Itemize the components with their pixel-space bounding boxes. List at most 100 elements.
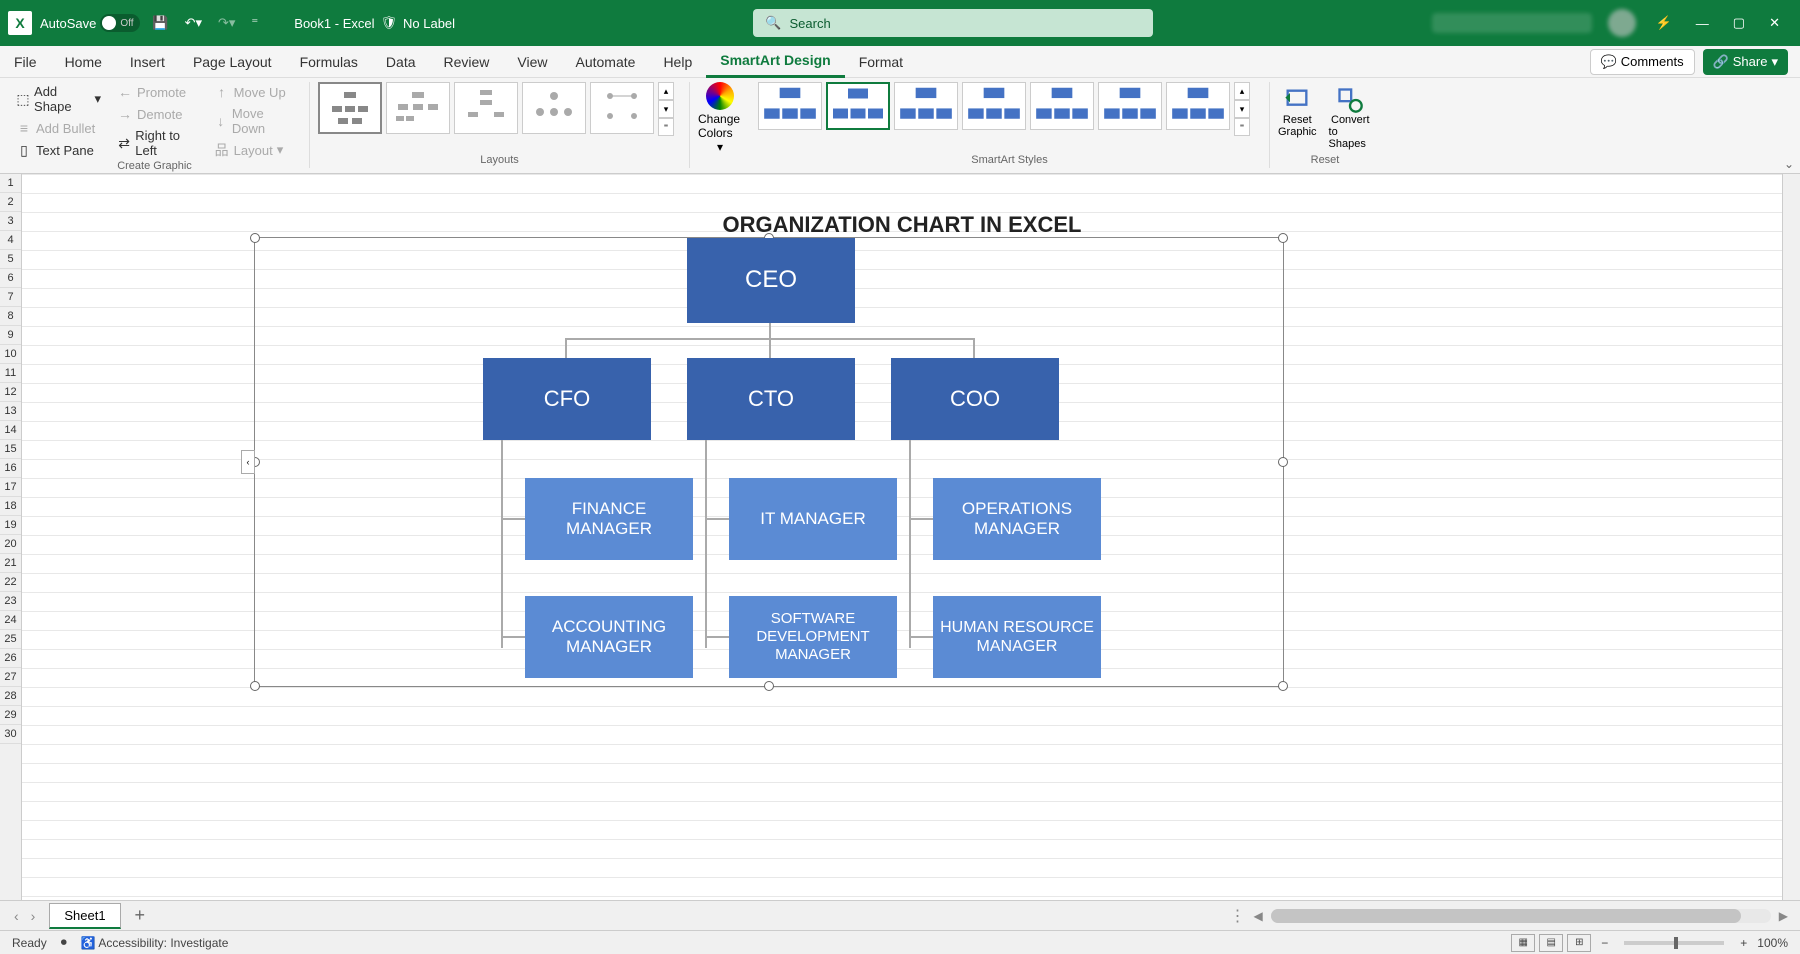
tab-page-layout[interactable]: Page Layout	[179, 46, 286, 78]
avatar-blurred[interactable]	[1608, 9, 1636, 37]
save-icon[interactable]: 💾	[148, 13, 172, 33]
macro-record-icon[interactable]: ⏺	[61, 935, 67, 950]
zoom-out-button[interactable]: −	[1595, 936, 1614, 950]
style-thumb-7[interactable]	[1166, 82, 1230, 130]
add-sheet-button[interactable]: +	[121, 905, 160, 926]
coming-soon-icon[interactable]: ⚡	[1652, 11, 1676, 35]
tab-help[interactable]: Help	[649, 46, 706, 78]
style-thumb-3[interactable]	[894, 82, 958, 130]
resize-handle-tr[interactable]	[1278, 233, 1288, 243]
normal-view-button[interactable]: ▦	[1511, 934, 1535, 952]
accessibility-status[interactable]: ♿ Accessibility: Investigate	[81, 936, 229, 950]
node-hr-manager[interactable]: HUMAN RESOURCE MANAGER	[933, 596, 1101, 678]
style-thumb-5[interactable]	[1030, 82, 1094, 130]
layouts-scroll-up[interactable]: ▴	[658, 82, 674, 100]
reset-icon	[1283, 86, 1311, 114]
tab-file[interactable]: File	[0, 46, 51, 78]
qat-more-icon[interactable]: ⁼	[247, 13, 262, 33]
resize-handle-tl[interactable]	[250, 233, 260, 243]
chart-title: ORGANIZATION CHART IN EXCEL	[22, 212, 1782, 238]
style-thumb-6[interactable]	[1098, 82, 1162, 130]
styles-scroll-down[interactable]: ▾	[1234, 100, 1250, 118]
search-box[interactable]: 🔍 Search	[753, 9, 1153, 37]
node-ceo[interactable]: CEO	[687, 238, 855, 323]
style-thumb-1[interactable]	[758, 82, 822, 130]
sheet-nav-next[interactable]: ›	[31, 908, 36, 924]
demote-button: →Demote	[113, 104, 202, 124]
tab-insert[interactable]: Insert	[116, 46, 179, 78]
tab-home[interactable]: Home	[51, 46, 116, 78]
share-button[interactable]: 🔗 Share ▾	[1703, 49, 1788, 75]
row-headers[interactable]: 12345 678910 1112131415 1617181920 21222…	[0, 174, 22, 900]
redo-icon[interactable]: ↷▾	[214, 13, 239, 33]
layouts-scroll-down[interactable]: ▾	[658, 100, 674, 118]
user-name-blurred	[1432, 13, 1592, 33]
vertical-scrollbar[interactable]	[1782, 174, 1800, 900]
convert-button[interactable]: Convertto Shapes	[1329, 86, 1372, 150]
tab-smartart-design[interactable]: SmartArt Design	[706, 46, 844, 78]
add-shape-button[interactable]: ⬚Add Shape ▾	[12, 82, 105, 116]
comments-button[interactable]: 💬 Comments	[1590, 49, 1695, 75]
hscroll-right[interactable]: ▶	[1779, 909, 1788, 923]
node-cto[interactable]: CTO	[687, 358, 855, 440]
zoom-level[interactable]: 100%	[1757, 936, 1788, 950]
maximize-icon[interactable]: ▢	[1729, 11, 1749, 35]
promote-button: ←Promote	[113, 82, 202, 102]
tab-formulas[interactable]: Formulas	[286, 46, 372, 78]
change-colors-button[interactable]: Change Colors ▾	[698, 82, 742, 154]
rtl-icon: ⇄	[117, 135, 131, 151]
page-layout-view-button[interactable]: ▤	[1539, 934, 1563, 952]
styles-more[interactable]: ⁼	[1234, 118, 1250, 136]
collapse-ribbon-icon[interactable]: ⌄	[1784, 157, 1794, 171]
group-styles-label: SmartArt Styles	[758, 154, 1261, 168]
tab-view[interactable]: View	[503, 46, 561, 78]
node-it-manager[interactable]: IT MANAGER	[729, 478, 897, 560]
node-software-dev-manager[interactable]: SOFTWARE DEVELOPMENT MANAGER	[729, 596, 897, 678]
zoom-in-button[interactable]: +	[1734, 936, 1753, 950]
tab-review[interactable]: Review	[430, 46, 504, 78]
hscroll-left[interactable]: ◀	[1254, 909, 1263, 923]
close-icon[interactable]: ✕	[1765, 11, 1784, 35]
sheet-nav-prev[interactable]: ‹	[14, 908, 19, 924]
rtl-button[interactable]: ⇄Right to Left	[113, 126, 202, 160]
sensitivity-label[interactable]: No Label	[403, 16, 455, 31]
text-pane-button[interactable]: ▯Text Pane	[12, 140, 105, 160]
node-coo[interactable]: COO	[891, 358, 1059, 440]
autosave-toggle[interactable]: AutoSave Off	[40, 14, 140, 32]
resize-handle-bl[interactable]	[250, 681, 260, 691]
page-break-view-button[interactable]: ⊞	[1567, 934, 1591, 952]
layout-thumb-1[interactable]	[318, 82, 382, 134]
sheet-tab[interactable]: Sheet1	[49, 903, 120, 929]
resize-handle-mr[interactable]	[1278, 457, 1288, 467]
resize-handle-br[interactable]	[1278, 681, 1288, 691]
layout-icon: 品	[214, 142, 230, 158]
layout-thumb-4[interactable]	[522, 82, 586, 134]
text-pane-toggle[interactable]: ‹	[241, 450, 255, 474]
layout-thumb-5[interactable]	[590, 82, 654, 134]
style-thumb-2[interactable]	[826, 82, 890, 130]
minimize-icon[interactable]: —	[1692, 12, 1713, 35]
layout-thumb-3[interactable]	[454, 82, 518, 134]
node-operations-manager[interactable]: OPERATIONS MANAGER	[933, 478, 1101, 560]
style-thumb-4[interactable]	[962, 82, 1026, 130]
tab-format[interactable]: Format	[845, 46, 917, 78]
spreadsheet-grid[interactable]: 12345 678910 1112131415 1617181920 21222…	[0, 174, 1800, 900]
layout-thumb-2[interactable]	[386, 82, 450, 134]
resize-handle-bc[interactable]	[764, 681, 774, 691]
smartart-frame[interactable]: ‹ CEO CFO CTO COO FINANCE MANAGER	[254, 237, 1284, 687]
node-cfo[interactable]: CFO	[483, 358, 651, 440]
tab-automate[interactable]: Automate	[562, 46, 650, 78]
node-finance-manager[interactable]: FINANCE MANAGER	[525, 478, 693, 560]
horizontal-scrollbar[interactable]	[1271, 909, 1771, 923]
bullet-icon: ≡	[16, 120, 32, 136]
sheet-options-icon[interactable]: ⋮	[1230, 906, 1246, 926]
reset-graphic-button[interactable]: ResetGraphic	[1278, 86, 1317, 138]
tab-data[interactable]: Data	[372, 46, 430, 78]
node-accounting-manager[interactable]: ACCOUNTING MANAGER	[525, 596, 693, 678]
layouts-more[interactable]: ⁼	[658, 118, 674, 136]
undo-icon[interactable]: ↶▾	[181, 13, 206, 33]
ribbon-tabs: File Home Insert Page Layout Formulas Da…	[0, 46, 1800, 78]
styles-scroll-up[interactable]: ▴	[1234, 82, 1250, 100]
sheet-bar: ‹ › Sheet1 + ⋮ ◀ ▶	[0, 900, 1800, 930]
zoom-slider[interactable]	[1624, 941, 1724, 945]
